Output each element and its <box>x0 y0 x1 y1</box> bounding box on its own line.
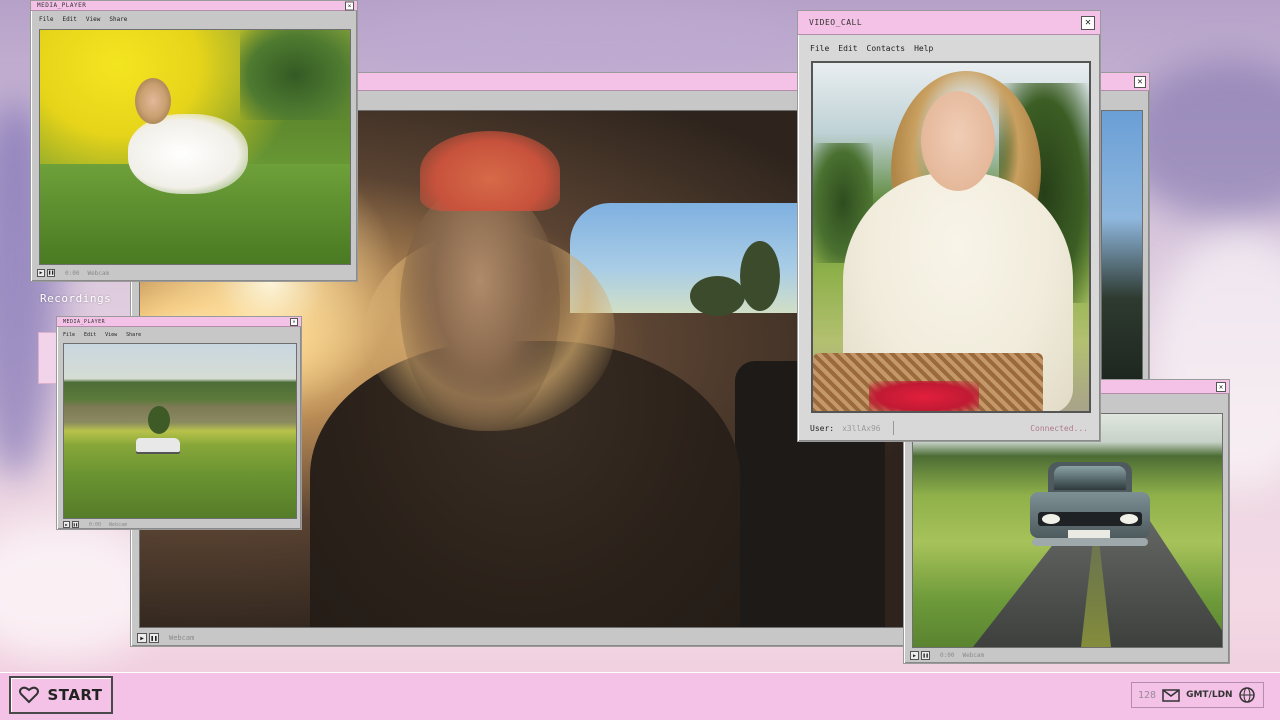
farm-field-frame <box>64 344 296 518</box>
woman-face <box>921 91 995 191</box>
desktop-file-icon[interactable] <box>38 332 58 384</box>
user-label: User: <box>810 423 835 433</box>
media-player-2-time: 0:00 <box>89 521 102 528</box>
tree <box>690 276 745 316</box>
video-call-status-bar: User: x3llAx96 Connected... <box>810 421 1088 435</box>
video-call-title: VIDEO_CALL <box>809 18 863 27</box>
car-video-controls: ▶ ❚❚ 0:00 Webcam <box>910 651 984 660</box>
close-icon[interactable]: ✕ <box>345 1 354 10</box>
main-controls: ▶ ❚❚ Webcam <box>137 633 194 643</box>
media-player-2-titlebar[interactable]: MEDIA_PLAYER ✕ <box>57 317 301 327</box>
start-label: START <box>47 686 103 704</box>
sky-cloud <box>360 0 800 80</box>
media-player-1-time: 0:00 <box>65 269 80 277</box>
menu-share[interactable]: Share <box>126 332 141 338</box>
play-icon[interactable]: ▶ <box>37 269 45 277</box>
car-video-time: 0:00 <box>940 652 955 659</box>
media-player-2-controls: ▶ ❚❚ 0:00 Webcam <box>63 521 127 528</box>
media-player-window-1: MEDIA_PLAYER ✕ File Edit View Share ▶ ❚❚… <box>30 0 358 282</box>
red-beanie <box>420 131 560 211</box>
video-call-menubar: File Edit Contacts Help <box>798 44 1100 53</box>
menu-edit[interactable]: Edit <box>84 332 96 338</box>
white-car <box>136 438 180 452</box>
timezone-label: GMT/LDN <box>1186 690 1233 700</box>
media-player-1-title: MEDIA_PLAYER <box>37 2 87 9</box>
media-player-1-titlebar[interactable]: MEDIA_PLAYER ✕ <box>31 1 357 11</box>
video-call-frame <box>813 63 1089 411</box>
pause-icon[interactable]: ❚❚ <box>921 651 930 660</box>
menu-help[interactable]: Help <box>914 44 933 53</box>
menu-view[interactable]: View <box>105 332 117 338</box>
tree <box>740 241 780 311</box>
play-icon[interactable]: ▶ <box>137 633 147 643</box>
media-player-2-ctrl-text: Webcam <box>109 521 128 528</box>
close-icon[interactable]: ✕ <box>1081 15 1095 30</box>
menu-edit[interactable]: Edit <box>838 44 857 53</box>
system-tray: 128 GMT/LDN <box>1131 682 1264 708</box>
woman-white-dress <box>128 114 248 194</box>
car-plate <box>1068 530 1110 538</box>
car-video-viewport[interactable] <box>912 413 1223 648</box>
user-value: x3llAx96 <box>842 423 881 433</box>
play-icon[interactable]: ▶ <box>910 651 919 660</box>
media-player-2-viewport[interactable] <box>63 343 297 519</box>
main-ctrl-text: Webcam <box>169 634 195 642</box>
car-bumper <box>1032 538 1148 546</box>
connection-status: Connected... <box>1030 423 1088 433</box>
close-icon[interactable]: ✕ <box>290 317 298 326</box>
media-player-1-ctrl-text: Webcam <box>87 269 110 277</box>
video-call-window: VIDEO_CALL ✕ File Edit Contacts Help Use… <box>797 10 1101 442</box>
menu-edit[interactable]: Edit <box>62 16 76 23</box>
menu-view[interactable]: View <box>86 16 100 23</box>
taskbar: START 128 GMT/LDN <box>0 672 1280 720</box>
flower-field-frame <box>40 30 350 264</box>
menu-file[interactable]: File <box>39 16 53 23</box>
media-player-2-menubar: File Edit View Share <box>57 332 301 338</box>
vintage-car <box>1030 462 1150 554</box>
media-player-2-title: MEDIA_PLAYER <box>63 318 106 325</box>
woman-head <box>135 78 171 124</box>
video-call-viewport[interactable] <box>811 61 1091 413</box>
menu-file[interactable]: File <box>63 332 75 338</box>
desktop-recordings-label[interactable]: Recordings <box>40 292 111 305</box>
message-count: 128 <box>1138 689 1157 701</box>
tree <box>148 406 170 434</box>
heart-icon <box>19 686 40 704</box>
pause-icon[interactable]: ❚❚ <box>47 269 55 277</box>
person-head <box>400 181 560 431</box>
pause-icon[interactable]: ❚❚ <box>149 633 159 643</box>
media-player-1-menubar: File Edit View Share <box>31 16 357 23</box>
mail-icon[interactable] <box>1162 688 1180 702</box>
car-windshield <box>1054 466 1126 490</box>
close-icon[interactable]: ✕ <box>1216 381 1226 392</box>
red-roses <box>869 381 979 411</box>
behind-window-strip <box>1101 110 1143 380</box>
close-icon[interactable]: ✕ <box>1134 75 1146 88</box>
menu-file[interactable]: File <box>810 44 829 53</box>
country-road-frame <box>913 414 1222 647</box>
tree <box>240 30 350 120</box>
status-divider <box>892 421 894 435</box>
media-player-1-controls: ▶ ❚❚ 0:00 Webcam <box>37 269 109 277</box>
car-video-ctrl-text: Webcam <box>962 652 985 659</box>
menu-share[interactable]: Share <box>109 16 127 23</box>
car-headlight <box>1120 514 1138 524</box>
globe-icon[interactable] <box>1238 687 1255 703</box>
media-player-1-viewport[interactable] <box>39 29 351 265</box>
menu-contacts[interactable]: Contacts <box>867 44 906 53</box>
play-icon[interactable]: ▶ <box>63 521 70 528</box>
pause-icon[interactable]: ❚❚ <box>72 521 79 528</box>
car-headlight <box>1042 514 1060 524</box>
video-call-titlebar[interactable]: VIDEO_CALL ✕ <box>798 11 1100 35</box>
media-player-window-2: MEDIA_PLAYER ✕ File Edit View Share ▶ ❚❚… <box>56 316 302 530</box>
start-button[interactable]: START <box>9 676 113 714</box>
